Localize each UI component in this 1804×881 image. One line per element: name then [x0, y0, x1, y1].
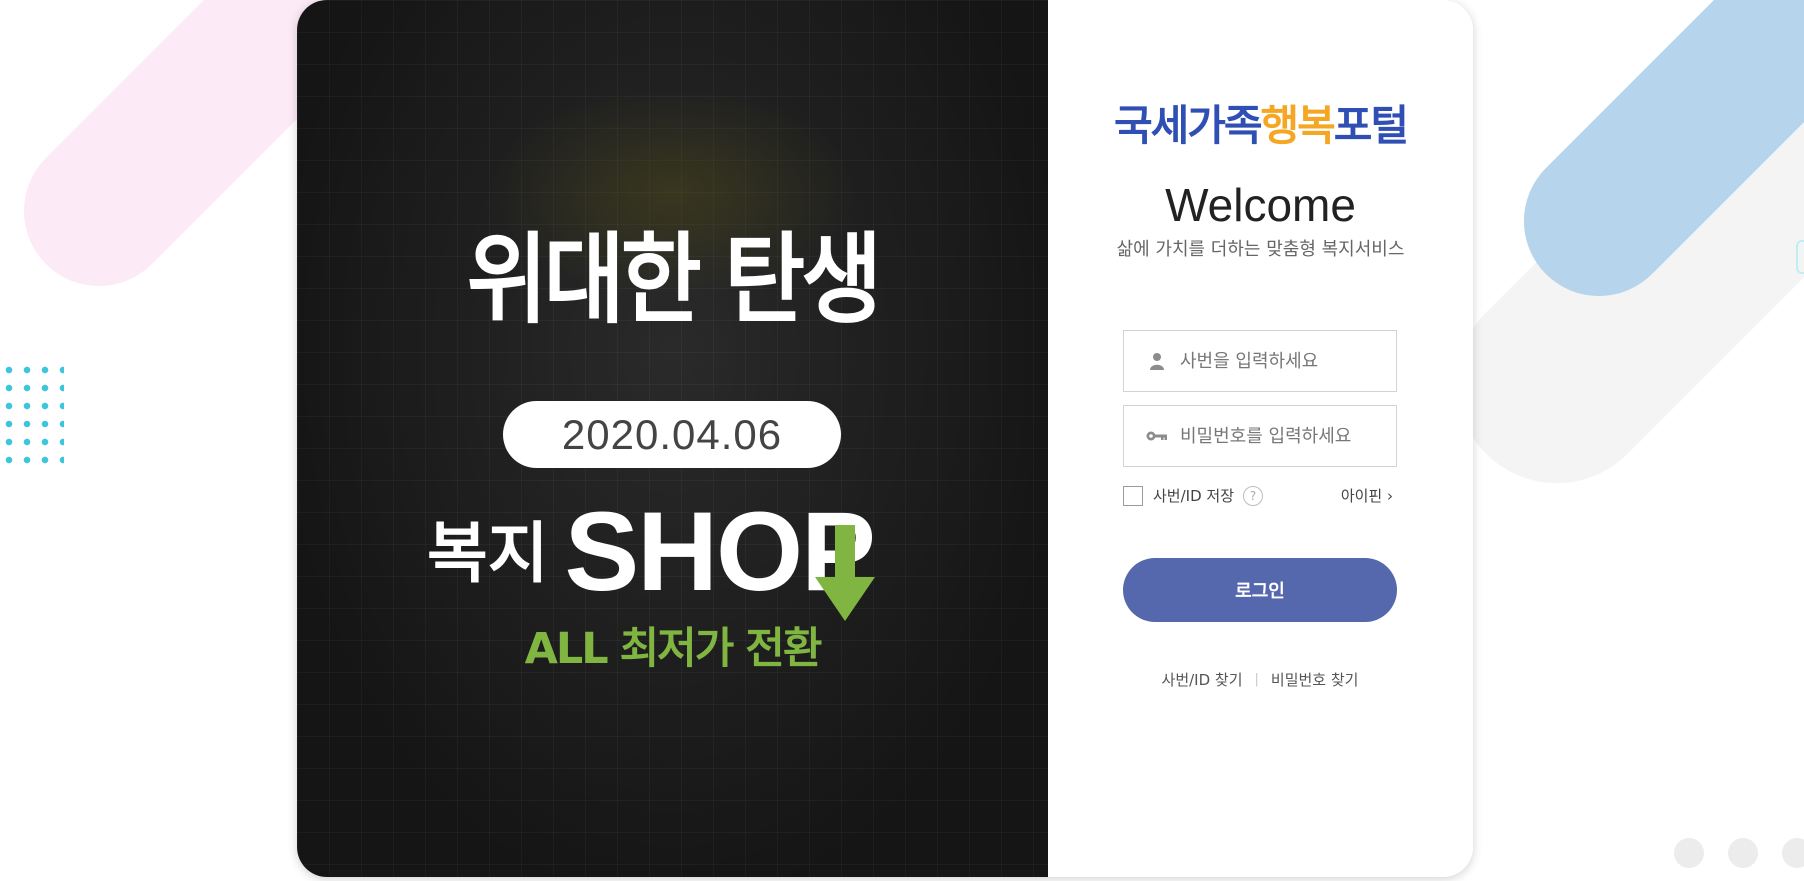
find-id-link[interactable]: 사번/ID 찾기 — [1162, 669, 1243, 690]
dot-grid-decoration — [0, 361, 64, 465]
service-subtitle: 삶에 가치를 더하는 맞춤형 복지서비스 — [1116, 239, 1405, 260]
save-id-row: 사번/ID 저장 ? 아이핀 › — [1123, 486, 1397, 510]
ipin-link[interactable]: 아이핀 › — [1341, 486, 1393, 506]
logo-text-part3: 포털 — [1333, 101, 1409, 150]
promo-banner[interactable]: 위대한 탄생 2020.04.06 복지 SHOP ALL 최저가 전환 — [297, 0, 1048, 877]
save-id-checkbox[interactable] — [1123, 486, 1143, 506]
logo-text-part1: 국세가족 — [1113, 101, 1263, 150]
find-account-links: 사번/ID 찾기 | 비밀번호 찾기 — [1123, 669, 1397, 690]
help-icon[interactable]: ? — [1243, 486, 1263, 506]
employee-id-input[interactable] — [1178, 349, 1392, 373]
password-field[interactable] — [1123, 405, 1397, 467]
password-input[interactable] — [1178, 424, 1392, 448]
promo-date-badge: 2020.04.06 — [503, 401, 841, 468]
arrow-down-icon — [815, 525, 875, 621]
portal-logo[interactable]: 국세가족행복포털 — [1048, 92, 1473, 153]
employee-id-field[interactable] — [1123, 330, 1397, 392]
promo-subtitle: ALL 최저가 전환 — [524, 624, 823, 674]
find-password-link[interactable]: 비밀번호 찾기 — [1271, 669, 1359, 690]
decor-dot — [1782, 838, 1804, 868]
promo-shop-heading: 복지 SHOP — [427, 496, 876, 608]
bottom-dots-decoration — [1674, 838, 1804, 868]
login-button[interactable]: 로그인 — [1123, 558, 1397, 622]
key-icon — [1146, 425, 1168, 447]
decor-dot — [1674, 838, 1704, 868]
link-separator: | — [1254, 672, 1259, 687]
promo-shop-prefix: 복지 — [427, 515, 549, 592]
blue-diagonal-shape — [1492, 0, 1804, 328]
welcome-heading: Welcome — [1165, 179, 1356, 231]
logo-text-part2: 행복 — [1260, 101, 1336, 150]
promo-title: 위대한 탄생 — [466, 221, 882, 338]
user-icon — [1146, 350, 1168, 372]
teal-edge-decoration — [1796, 240, 1804, 274]
gray-diagonal-shape — [1415, 15, 1804, 525]
decor-dot — [1728, 838, 1758, 868]
save-id-label[interactable]: 사번/ID 저장 — [1153, 486, 1234, 506]
